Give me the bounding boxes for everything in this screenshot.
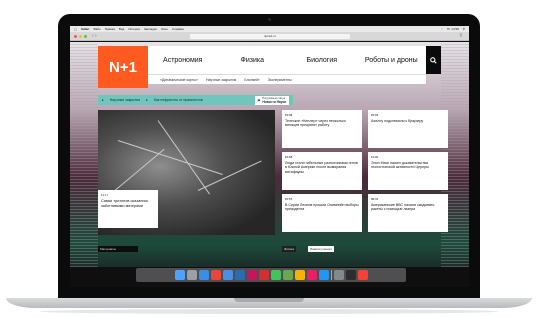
news-time: 10:57	[285, 197, 293, 201]
site-logo[interactable]: N+1	[98, 46, 148, 88]
subnav-item[interactable]: Эксперименты	[268, 78, 292, 82]
subnav-item[interactable]: «Динамические карты»	[160, 78, 198, 82]
browser-toolbar: ‹ › nplus1.ru ⇧	[70, 32, 469, 41]
side-pattern-left	[70, 42, 98, 267]
news-card[interactable]: 09:41 Американские ВВС начали скидывать …	[368, 194, 448, 232]
news-title: Американские ВВС начали скидывать ракеты…	[371, 203, 435, 212]
nav-robots[interactable]: Роботы и дроны	[357, 46, 427, 74]
menu-view[interactable]: Вид	[119, 27, 124, 31]
finder-icon[interactable]	[174, 270, 185, 280]
news-time: 15:04	[371, 113, 379, 117]
news-title: Телескоп «Кеплер» через несколько месяце…	[285, 119, 346, 128]
promo-box[interactable]: ▣ Популярные статьи Новости Науки	[254, 95, 289, 105]
wifi-icon[interactable]: ○	[441, 27, 443, 31]
bullet-icon: ▸	[102, 98, 104, 102]
menu-window[interactable]: Окно	[161, 27, 168, 31]
camera	[268, 18, 271, 21]
search-icon	[430, 56, 437, 64]
hero-time: 14:17	[101, 193, 108, 197]
calendar-icon[interactable]	[357, 270, 368, 280]
menu-app-name[interactable]: Safari	[81, 27, 89, 31]
news-title: В Сирии Леонов прошли Олимпийн выборы пр…	[285, 203, 359, 212]
section-tag[interactable]: Памяти ученого	[308, 246, 335, 252]
section-tag[interactable]: Материалы	[98, 246, 138, 252]
news-time: 15:08	[285, 113, 293, 117]
hero-title: Самки тритонов оказались заботливыми мат…	[101, 199, 149, 208]
subnav-item[interactable]: Научные закрытия	[206, 78, 236, 82]
search-button[interactable]	[426, 46, 441, 74]
photos-icon[interactable]	[294, 270, 305, 280]
itunes-icon[interactable]	[306, 270, 317, 280]
mail-icon[interactable]	[222, 270, 233, 280]
nav-astronomy[interactable]: Астрономия	[148, 46, 218, 74]
news-title: Ахиллу подключили к браузеру	[371, 119, 424, 123]
messages-icon[interactable]	[270, 270, 281, 280]
teal-link[interactable]: Как нефритить от прямопотов	[154, 98, 203, 102]
minimize-window-icon[interactable]	[79, 35, 82, 38]
promo-bar: ▸ Научные закрытия ▸ Как нефритить от пр…	[98, 95, 293, 105]
laptop-icon: ▣	[257, 98, 261, 102]
branch-shape	[197, 160, 262, 191]
apple-icon[interactable]: 	[74, 27, 77, 32]
acrobat-icon[interactable]	[258, 270, 269, 280]
launchpad-icon[interactable]	[186, 270, 197, 280]
nav-biology[interactable]: Биология	[287, 46, 357, 74]
back-forward-icon[interactable]: ‹ ›	[92, 33, 97, 39]
nav-physics[interactable]: Физика	[218, 46, 288, 74]
news-time: 09:41	[371, 197, 379, 201]
news-card[interactable]: 15:08 Телескоп «Кеплер» через несколько …	[282, 110, 362, 148]
chrome-icon[interactable]	[210, 270, 221, 280]
maximize-window-icon[interactable]	[84, 35, 87, 38]
menu-edit[interactable]: Правка	[105, 27, 115, 31]
menu-file[interactable]: Файл	[93, 27, 100, 31]
safari-icon[interactable]	[198, 270, 209, 280]
terminal-icon[interactable]	[345, 270, 356, 280]
share-icon[interactable]: ⇧	[459, 33, 463, 39]
news-time: 11:40	[371, 155, 378, 159]
news-card[interactable]: 12:58 Люди стали гибельные разносчиками …	[282, 152, 362, 190]
preferences-icon[interactable]	[333, 270, 344, 280]
address-bar[interactable]: nplus1.ru	[190, 34, 350, 39]
branch-shape	[117, 140, 223, 175]
news-title: Люди стали гибельные разносчиками генов …	[285, 161, 358, 174]
branch-shape	[157, 120, 211, 195]
menu-history[interactable]: История	[128, 27, 140, 31]
subnav-item[interactable]: Блогмейт	[244, 78, 259, 82]
news-time: 12:58	[285, 155, 293, 159]
hero-caption[interactable]: 14:17 Самки тритонов оказались заботливы…	[98, 190, 158, 228]
sub-nav: «Динамические карты» Научные закрытия Бл…	[148, 74, 426, 84]
indesign-icon[interactable]	[246, 270, 257, 280]
news-card[interactable]: 10:57 В Сирии Леонов прошли Олимпийн выб…	[282, 194, 362, 232]
laptop-shadow	[40, 309, 498, 314]
close-window-icon[interactable]	[74, 35, 77, 38]
teal-link[interactable]: Научные закрытия	[110, 98, 140, 102]
photoshop-icon[interactable]	[234, 270, 245, 280]
news-title: Элон Маск нашел доказательства геологиче…	[371, 161, 429, 170]
menu-help[interactable]: Справка	[172, 27, 184, 31]
menu-clock[interactable]: Пт 14:58	[447, 27, 459, 31]
laptop-screen:  Safari Файл Правка Вид История Закладк…	[70, 26, 469, 287]
laptop-notch	[234, 298, 304, 302]
spotlight-icon[interactable]: ⚲	[463, 27, 465, 31]
appstore-icon[interactable]	[318, 270, 329, 280]
bullet-icon: ▸	[146, 98, 148, 102]
dock-separator	[330, 270, 332, 280]
bottom-strip: Материалы Физика Памяти ученого	[98, 244, 441, 267]
news-card[interactable]: 15:04 Ахиллу подключили к браузеру	[368, 110, 448, 148]
maps-icon[interactable]	[282, 270, 293, 280]
macos-dock	[136, 268, 406, 282]
website: N+1 Астрономия Физика Биология Роботы и …	[70, 42, 469, 267]
promo-title: Новости Науки	[262, 99, 286, 104]
section-tag[interactable]: Физика	[282, 246, 297, 252]
news-card[interactable]: 11:40 Элон Маск нашел доказательства гео…	[368, 152, 448, 190]
menu-bookmarks[interactable]: Закладки	[144, 27, 157, 31]
main-nav: Астрономия Физика Биология Роботы и дрон…	[148, 46, 426, 74]
